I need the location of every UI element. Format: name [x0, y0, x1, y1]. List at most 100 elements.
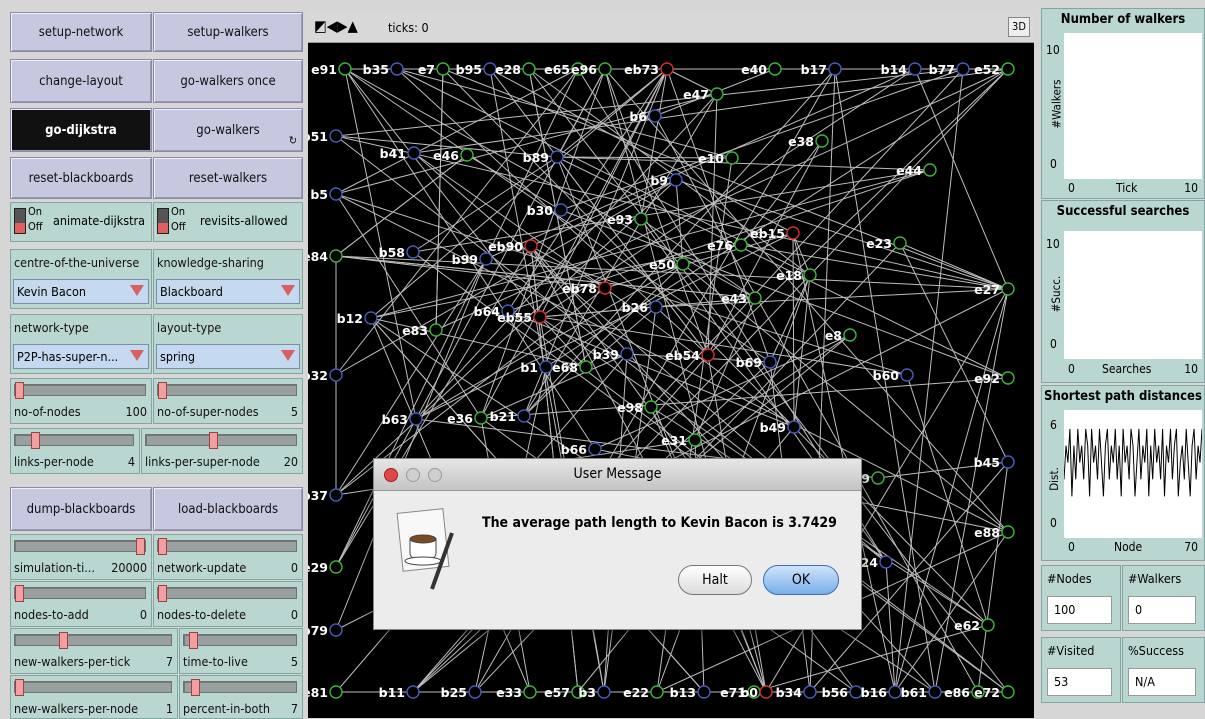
slider-value: 20: [283, 454, 298, 469]
view-control-icons[interactable]: ◩◀▶▲: [314, 17, 358, 35]
change-layout-button[interactable]: change-layout: [10, 59, 152, 103]
node-circle: [539, 360, 553, 374]
node-label: b30: [527, 203, 554, 218]
new-walkers-per-tick-slider[interactable]: new-walkers-per-tick 7: [10, 628, 178, 674]
dump-blackboards-button[interactable]: dump-blackboards: [10, 487, 152, 531]
slider-handle[interactable]: [15, 585, 24, 602]
slider-track[interactable]: [14, 432, 134, 449]
percent-in-both-slider[interactable]: percent-in-both 7: [179, 675, 303, 719]
new-walkers-per-node-slider[interactable]: new-walkers-per-node 1: [10, 675, 178, 719]
node-circle: [1001, 282, 1015, 296]
load-blackboards-button[interactable]: load-blackboards: [153, 487, 303, 531]
slider-handle[interactable]: [191, 679, 200, 696]
slider-track[interactable]: [14, 585, 146, 602]
slider-label: new-walkers-per-tick: [14, 654, 131, 669]
animate-dijkstra-switch[interactable]: On Off animate-dijkstra: [10, 202, 152, 242]
slider-handle[interactable]: [158, 585, 167, 602]
go-walkers-button[interactable]: go-walkers ↻: [153, 108, 303, 152]
setup-walkers-button[interactable]: setup-walkers: [153, 12, 303, 52]
graph-node: b12: [337, 311, 378, 326]
node-label: e7: [418, 62, 435, 77]
forever-icon: ↻: [288, 134, 297, 147]
slider-track[interactable]: [157, 382, 297, 399]
slider-track[interactable]: [183, 632, 297, 649]
slider-handle[interactable]: [59, 632, 68, 649]
reset-walkers-button[interactable]: reset-walkers: [153, 157, 303, 199]
go-dijkstra-button[interactable]: go-dijkstra: [10, 108, 152, 152]
nodes-to-delete-slider[interactable]: nodes-to-delete 0: [153, 581, 303, 627]
node-circle: [406, 245, 420, 259]
3d-view-button[interactable]: 3D: [1008, 17, 1030, 37]
slider-handle[interactable]: [158, 538, 167, 555]
chooser-select[interactable]: spring: [156, 344, 300, 369]
slider-track[interactable]: [14, 679, 172, 696]
node-label: eb78: [562, 281, 597, 296]
node-circle: [697, 685, 711, 699]
slider-track[interactable]: [14, 632, 172, 649]
graph-node: b11: [379, 685, 420, 700]
chooser-value: P2P-has-super-n...: [17, 349, 119, 364]
network-type-chooser[interactable]: network-type P2P-has-super-n...: [10, 314, 152, 374]
slider-handle[interactable]: [15, 382, 24, 399]
links-per-node-slider[interactable]: links-per-node 4: [10, 428, 140, 474]
graph-node: e52: [974, 62, 1015, 77]
no-of-nodes-slider[interactable]: no-of-nodes 100: [10, 378, 152, 424]
graph-node: eb73: [624, 62, 674, 77]
slider-handle[interactable]: [15, 679, 24, 696]
ok-button[interactable]: OK: [763, 565, 839, 595]
graph-node: b66: [561, 442, 602, 457]
switch-toggle[interactable]: [157, 208, 169, 234]
slider-value: 4: [127, 454, 135, 469]
slider-track[interactable]: [157, 585, 297, 602]
slider-track[interactable]: [145, 432, 297, 449]
slider-handle[interactable]: [209, 432, 218, 449]
node-label: b35: [363, 62, 389, 77]
node-label: e23: [866, 236, 892, 251]
node-circle: [650, 685, 664, 699]
slider-value: 0: [290, 607, 298, 622]
graph-node: e76: [707, 238, 748, 253]
layout-type-chooser[interactable]: layout-type spring: [153, 314, 303, 374]
node-label: b41: [380, 146, 406, 161]
slider-handle[interactable]: [158, 382, 167, 399]
graph-node: b37: [308, 488, 343, 503]
network-update-slider[interactable]: network-update 0: [153, 534, 303, 580]
links-per-super-node-slider[interactable]: links-per-super-node 20: [141, 428, 303, 474]
node-label: b95: [456, 62, 482, 77]
slider-track[interactable]: [14, 538, 146, 555]
nodes-to-add-slider[interactable]: nodes-to-add 0: [10, 581, 152, 627]
setup-network-button[interactable]: setup-network: [10, 12, 152, 52]
chooser-select[interactable]: Kevin Bacon: [13, 279, 149, 304]
knowledge-sharing-chooser[interactable]: knowledge-sharing Blackboard: [153, 249, 303, 309]
chooser-select[interactable]: P2P-has-super-n...: [13, 344, 149, 369]
centre-of-the-universe-chooser[interactable]: centre-of-the-universe Kevin Bacon: [10, 249, 152, 309]
revisits-allowed-switch[interactable]: On Off revisits-allowed: [153, 202, 303, 242]
slider-handle[interactable]: [136, 538, 145, 555]
node-circle: [550, 150, 564, 164]
simulation-time-slider[interactable]: simulation-ti... 20000: [10, 534, 152, 580]
monitor-value: N/A: [1128, 668, 1196, 696]
chooser-label: knowledge-sharing: [157, 255, 264, 270]
time-to-live-slider[interactable]: time-to-live 5: [179, 628, 303, 674]
slider-label: network-update: [157, 560, 247, 575]
node-circle: [329, 560, 343, 574]
slider-track[interactable]: [14, 382, 146, 399]
chooser-select[interactable]: Blackboard: [156, 279, 300, 304]
switch-toggle[interactable]: [14, 208, 26, 234]
slider-handle[interactable]: [31, 432, 40, 449]
node-label: b34: [776, 685, 803, 700]
slider-track[interactable]: [183, 679, 297, 696]
slider-handle[interactable]: [189, 632, 198, 649]
slider-track[interactable]: [157, 538, 297, 555]
reset-blackboards-button[interactable]: reset-blackboards: [10, 157, 152, 199]
halt-button[interactable]: Halt: [678, 565, 752, 595]
node-label: e96: [571, 62, 597, 77]
graph-node: b30: [527, 203, 568, 218]
monitor-value: 0: [1128, 596, 1196, 624]
node-circle: [364, 311, 378, 325]
go-walkers-once-button[interactable]: go-walkers once: [153, 59, 303, 103]
node-circle: [669, 173, 683, 187]
switch-on-label: On: [171, 205, 186, 218]
no-of-super-nodes-slider[interactable]: no-of-super-nodes 5: [153, 378, 303, 424]
graph-node: e47: [683, 87, 724, 102]
